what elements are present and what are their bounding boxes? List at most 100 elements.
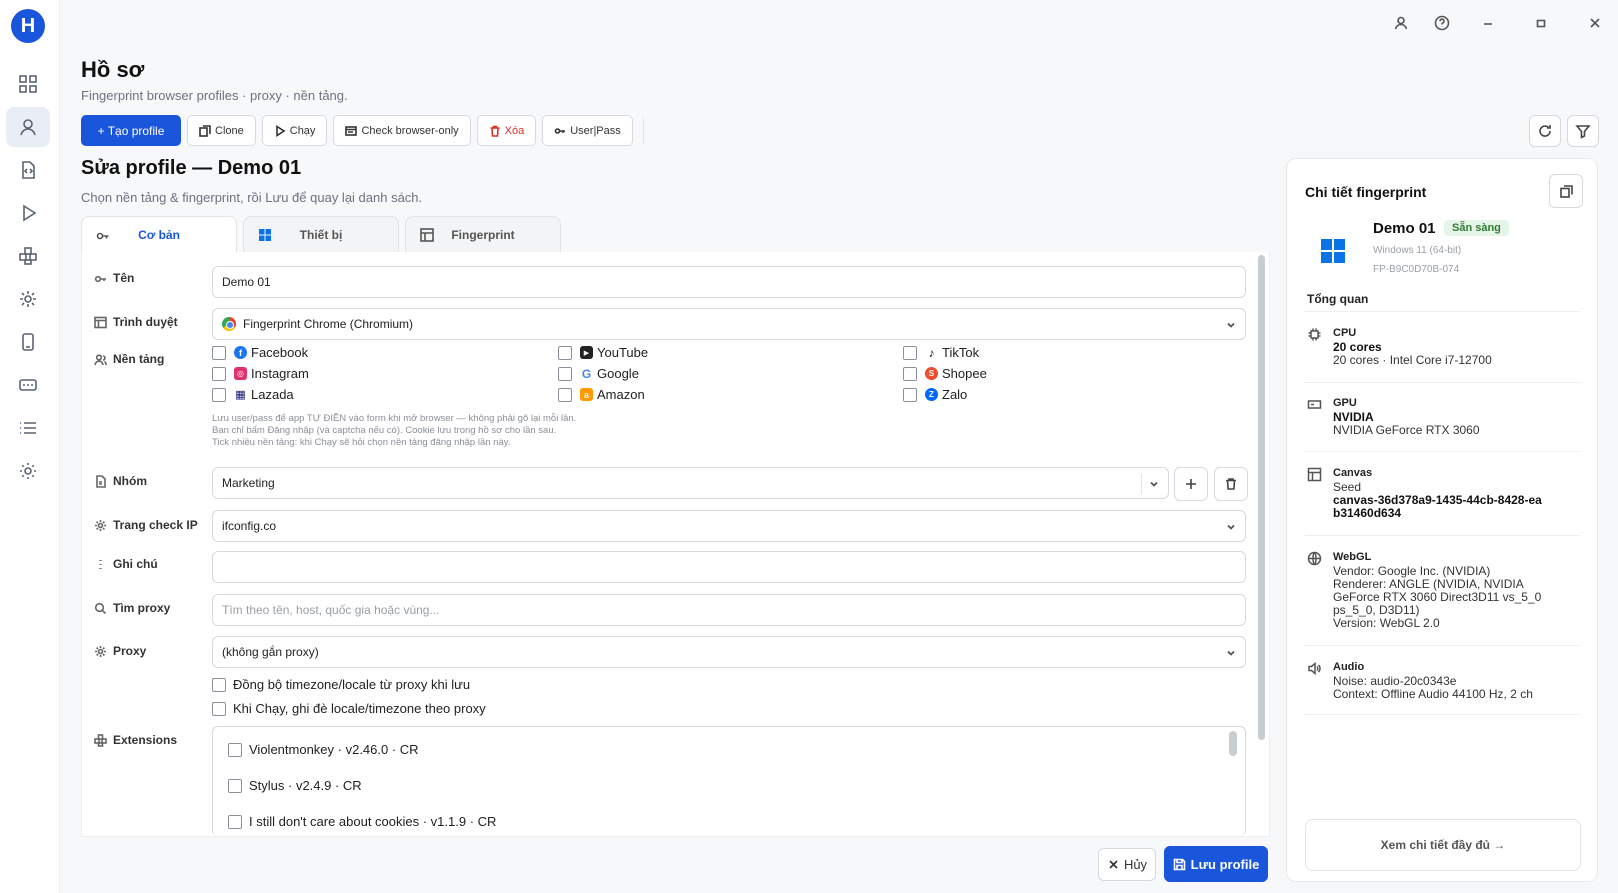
nav-scripts[interactable] bbox=[6, 150, 50, 190]
platform-name: Lazada bbox=[251, 387, 294, 402]
gpu-section: GPU NVIDIA NVIDIA GeForce RTX 3060 bbox=[1307, 397, 1577, 437]
extension-item[interactable]: I still don't care about cookies · v1.1.… bbox=[228, 814, 496, 829]
checkbox[interactable] bbox=[558, 366, 572, 381]
group-select[interactable]: Marketing bbox=[212, 467, 1169, 499]
name-input[interactable] bbox=[212, 266, 1246, 298]
nav-extensions[interactable] bbox=[6, 236, 50, 276]
clone-label: Clone bbox=[215, 124, 244, 137]
extension-item[interactable]: Stylus · v2.4.9 · CR bbox=[228, 778, 362, 793]
list-icon bbox=[20, 422, 36, 434]
platform-name: Facebook bbox=[251, 345, 309, 360]
nav-run[interactable] bbox=[6, 193, 50, 233]
sync-timezone-option[interactable]: Đồng bộ timezone/locale từ proxy khi lưu bbox=[212, 677, 470, 692]
platform-google[interactable]: G Google bbox=[558, 366, 639, 381]
status-badge: Sẵn sàng bbox=[1444, 220, 1509, 236]
checkbox[interactable] bbox=[228, 814, 242, 829]
nav-profiles[interactable] bbox=[6, 107, 50, 147]
maximize-button[interactable] bbox=[1530, 12, 1552, 34]
platform-instagram[interactable]: ◎ Instagram bbox=[212, 366, 309, 381]
userpass-button[interactable]: User|Pass bbox=[542, 115, 633, 146]
tab-device[interactable]: Thiết bị bbox=[243, 216, 399, 252]
save-profile-button[interactable]: Lưu profile bbox=[1164, 846, 1268, 882]
overview-heading: Tổng quan bbox=[1307, 292, 1369, 306]
platform-youtube[interactable]: ▶ YouTube bbox=[558, 345, 648, 360]
extensions-list[interactable]: Violentmonkey · v2.46.0 · CR Stylus · v2… bbox=[212, 726, 1246, 836]
platform-zalo[interactable]: Z Zalo bbox=[903, 387, 967, 402]
editor-title: Sửa profile — Demo 01 bbox=[81, 157, 302, 179]
refresh-button[interactable] bbox=[1529, 115, 1561, 147]
proxy-select[interactable]: (không gắn proxy) bbox=[212, 636, 1246, 668]
browser-select[interactable]: Fingerprint Chrome (Chromium) bbox=[212, 308, 1246, 340]
gear-icon bbox=[20, 463, 36, 479]
nav-mobile[interactable] bbox=[6, 322, 50, 362]
divider bbox=[1305, 645, 1581, 646]
cpu-icon bbox=[1307, 327, 1322, 342]
extensions-label: Extensions bbox=[94, 733, 177, 747]
sync-timezone-label: Đồng bộ timezone/locale từ proxy khi lưu bbox=[233, 677, 471, 692]
nav-proxy[interactable] bbox=[6, 279, 50, 319]
checkbox[interactable] bbox=[903, 387, 917, 402]
platform-amazon[interactable]: a Amazon bbox=[558, 387, 645, 402]
form-scrollbar[interactable] bbox=[1258, 255, 1265, 740]
nav-dashboard[interactable] bbox=[6, 64, 50, 104]
delete-button[interactable]: Xóa bbox=[476, 115, 537, 146]
checkbox[interactable] bbox=[903, 345, 917, 360]
audio-context: Context: Offline Audio 44100 Hz, 2 ch bbox=[1333, 687, 1533, 701]
checkbox[interactable] bbox=[212, 387, 226, 402]
nav-settings[interactable] bbox=[6, 451, 50, 491]
close-icon bbox=[1109, 860, 1118, 869]
findproxy-label-text: Tìm proxy bbox=[113, 601, 171, 615]
note-label-text: Ghi chú bbox=[113, 557, 158, 571]
tab-basic[interactable]: Cơ bản bbox=[81, 216, 237, 252]
checkbox[interactable] bbox=[212, 345, 226, 360]
speaker-icon bbox=[1307, 661, 1322, 676]
extensions-scrollbar[interactable] bbox=[1229, 731, 1237, 756]
platform-shopee[interactable]: S Shopee bbox=[903, 366, 987, 381]
checkbox[interactable] bbox=[558, 387, 572, 402]
browser-icon bbox=[345, 125, 358, 136]
checkbox[interactable] bbox=[212, 701, 226, 716]
checkbox[interactable] bbox=[903, 366, 917, 381]
platform-tiktok[interactable]: ♪ TikTok bbox=[903, 345, 979, 360]
note-input[interactable] bbox=[212, 551, 1246, 583]
play-icon bbox=[275, 124, 286, 137]
filter-button[interactable] bbox=[1567, 115, 1599, 147]
delete-group-button[interactable] bbox=[1214, 467, 1248, 501]
account-button[interactable] bbox=[1390, 12, 1412, 34]
nav-accounts[interactable] bbox=[6, 365, 50, 405]
checkbox[interactable] bbox=[212, 677, 226, 692]
view-full-details-button[interactable]: Xem chi tiết đầy đủ → bbox=[1305, 819, 1581, 871]
cancel-button[interactable]: Hủy bbox=[1098, 848, 1156, 881]
run-button[interactable]: Chạy bbox=[261, 115, 328, 146]
override-timezone-option[interactable]: Khi Chạy, ghi đè locale/timezone theo pr… bbox=[212, 701, 486, 716]
add-group-button[interactable] bbox=[1174, 467, 1208, 501]
checkbox[interactable] bbox=[228, 778, 242, 793]
checkbox[interactable] bbox=[212, 366, 226, 381]
extension-item[interactable]: Violentmonkey · v2.46.0 · CR bbox=[228, 742, 419, 757]
amazon-icon: a bbox=[580, 388, 593, 401]
toolbar-divider bbox=[642, 116, 644, 145]
platform-facebook[interactable]: f Facebook bbox=[212, 345, 308, 360]
checkbox[interactable] bbox=[558, 345, 572, 360]
checkip-select[interactable]: ifconfig.co bbox=[212, 510, 1246, 542]
chevron-down-icon bbox=[1148, 478, 1160, 490]
nav-logs[interactable] bbox=[6, 408, 50, 448]
gpu-heading: GPU bbox=[1333, 397, 1357, 409]
platform-name: Instagram bbox=[251, 366, 309, 381]
trash-icon bbox=[490, 125, 500, 137]
clone-button[interactable]: Clone bbox=[187, 115, 256, 146]
platform-lazada[interactable]: ▦ Lazada bbox=[212, 387, 294, 402]
copy-fingerprint-button[interactable] bbox=[1549, 174, 1583, 208]
tab-fingerprint[interactable]: Fingerprint bbox=[405, 216, 561, 252]
help-button[interactable] bbox=[1431, 12, 1453, 34]
check-browser-button[interactable]: Check browser-only bbox=[333, 115, 471, 146]
extension-name: Stylus · v2.4.9 · CR bbox=[249, 778, 362, 793]
minimize-button[interactable] bbox=[1477, 12, 1499, 34]
close-button[interactable] bbox=[1584, 12, 1606, 34]
proxy-search-input[interactable] bbox=[212, 594, 1246, 626]
canvas-section: Canvas Seed canvas-36d378a9-1435-44cb-84… bbox=[1307, 467, 1577, 520]
search-icon bbox=[94, 602, 107, 614]
checkbox[interactable] bbox=[228, 742, 242, 757]
note-label: Ghi chú bbox=[94, 557, 158, 571]
create-profile-button[interactable]: + Tạo profile bbox=[81, 115, 181, 146]
